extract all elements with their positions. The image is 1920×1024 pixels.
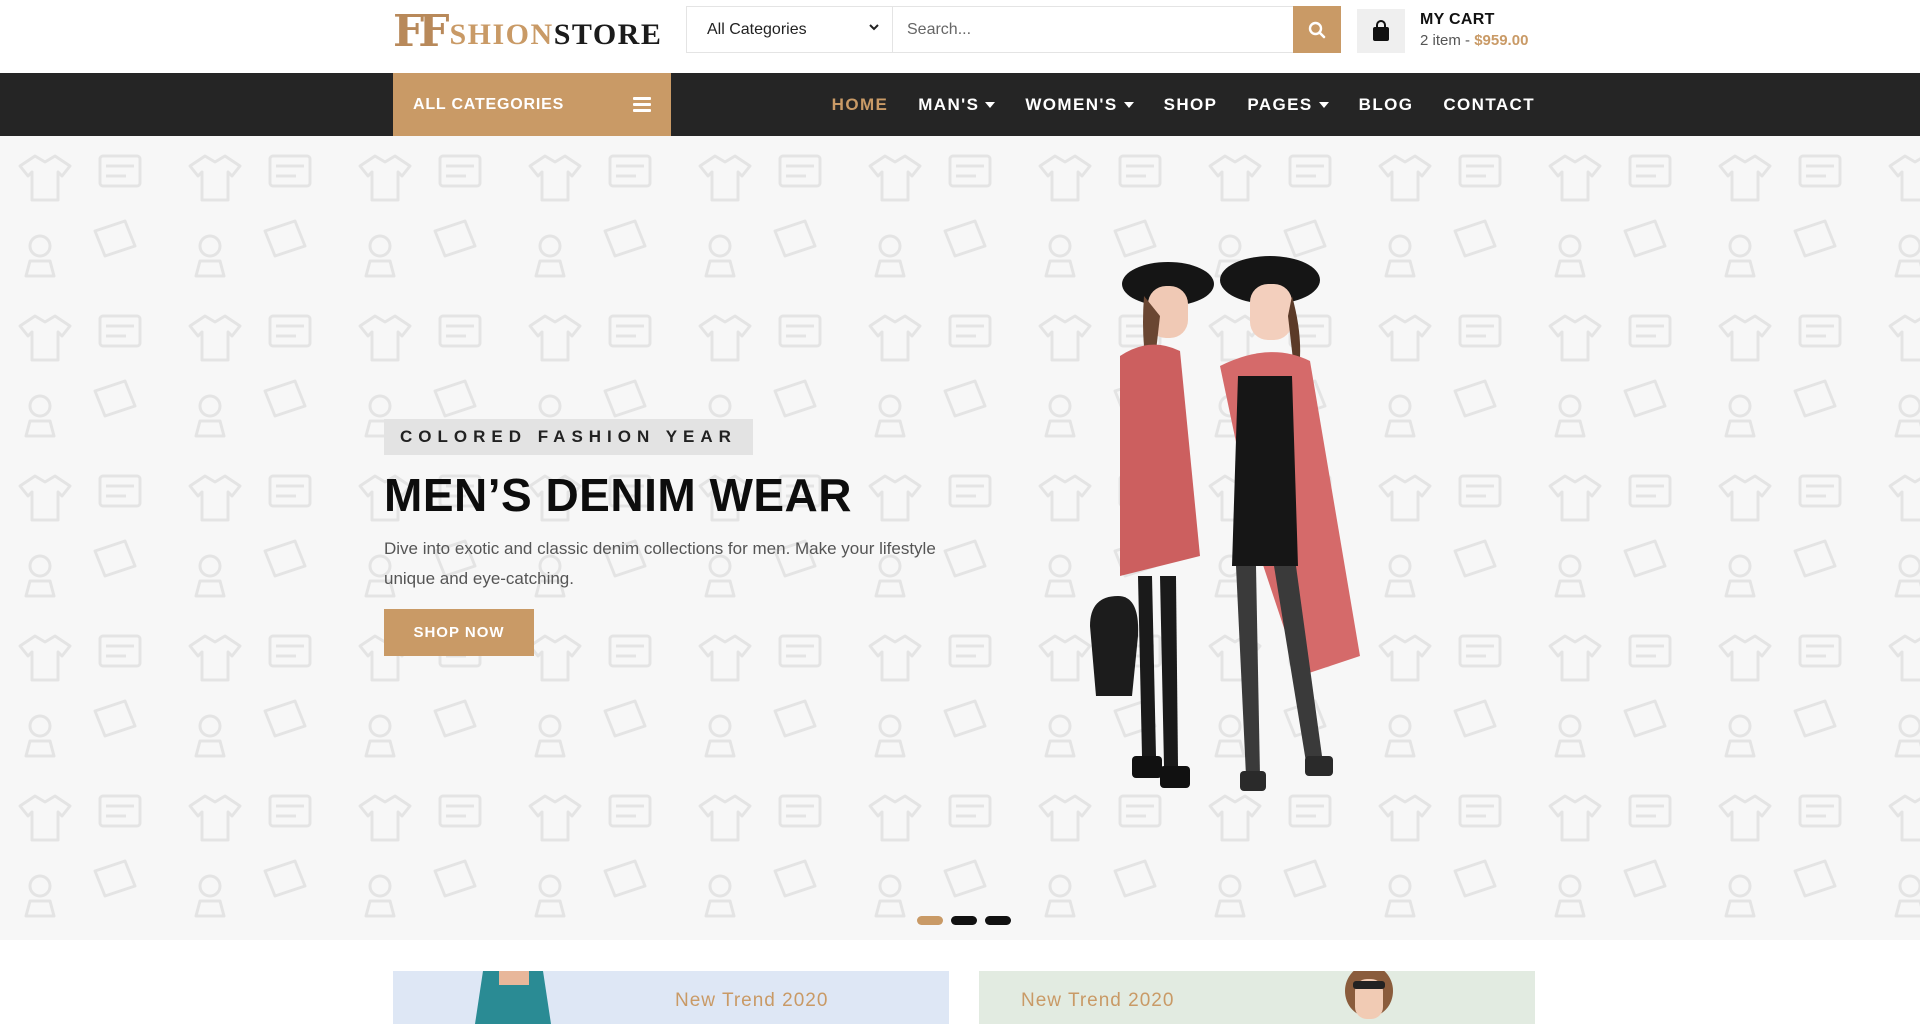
banner-label: New Trend 2020 — [1021, 990, 1175, 1011]
nav-item-shop[interactable]: SHOP — [1164, 95, 1218, 115]
nav-item-label: MAN'S — [918, 94, 980, 114]
caret-down-icon — [1123, 101, 1134, 108]
nav-item-home[interactable]: HOME — [832, 95, 889, 115]
shopping-bag-icon — [1373, 20, 1389, 41]
banner-model-image — [475, 971, 551, 1024]
site-header: FF SHIONSTORE All Categories MY CART 2 i… — [0, 0, 1920, 73]
cart-item-count: 2 item - — [1420, 32, 1475, 49]
cart-text: MY CART 2 item - $959.00 — [1420, 10, 1528, 52]
search-button[interactable] — [1293, 6, 1341, 53]
hero-description: Dive into exotic and classic denim colle… — [384, 539, 936, 588]
caret-down-icon — [985, 101, 996, 108]
banner-model-image — [1345, 971, 1393, 1019]
nav-item-mans[interactable]: MAN'S — [918, 94, 996, 115]
logo-wordmark: SHIONSTORE — [449, 18, 662, 54]
main-navigation: ALL CATEGORIES HOME MAN'S WOMEN'S SHOP P… — [0, 73, 1920, 136]
slider-dot-3[interactable] — [985, 916, 1011, 925]
category-select[interactable]: All Categories — [687, 7, 893, 52]
slider-pagination — [917, 916, 1019, 925]
caret-down-icon — [1318, 101, 1329, 108]
background-pattern — [0, 136, 1920, 940]
hero-slider: COLORED FASHION YEAR MEN’S DENIM WEAR Di… — [0, 136, 1920, 940]
logo-word-part2: STORE — [553, 18, 663, 51]
search-bar: All Categories — [686, 6, 1341, 53]
logo-mark: FF — [393, 6, 450, 57]
nav-item-blog[interactable]: BLOG — [1359, 95, 1414, 115]
all-categories-button[interactable]: ALL CATEGORIES — [393, 73, 671, 136]
cart-title: MY CART — [1420, 11, 1495, 28]
slider-dot-1[interactable] — [917, 916, 943, 925]
search-icon — [1308, 21, 1326, 38]
hamburger-icon — [633, 97, 651, 112]
hero-models-image — [1090, 256, 1360, 791]
promo-banner-men[interactable]: New Trend 2020 — [393, 971, 949, 1024]
hero-title: MEN’S DENIM WEAR — [384, 469, 852, 521]
nav-item-womens[interactable]: WOMEN'S — [1025, 94, 1134, 115]
slider-dot-2[interactable] — [951, 916, 977, 925]
site-logo[interactable]: FF SHIONSTORE — [393, 6, 662, 54]
nav-item-label: SHOP — [1163, 94, 1218, 114]
cart-icon-box — [1357, 9, 1405, 53]
nav-menu: HOME MAN'S WOMEN'S SHOP PAGES BLOG CONTA… — [802, 73, 1535, 136]
nav-item-label: PAGES — [1247, 94, 1313, 114]
nav-item-pages[interactable]: PAGES — [1247, 94, 1329, 115]
mini-cart[interactable]: MY CART 2 item - $959.00 — [1357, 9, 1528, 53]
search-input[interactable] — [893, 7, 1293, 52]
all-categories-label: ALL CATEGORIES — [413, 95, 565, 113]
nav-item-label: BLOG — [1358, 94, 1414, 114]
cart-total: $959.00 — [1474, 32, 1529, 49]
promo-banner-women[interactable]: New Trend 2020 — [979, 971, 1535, 1024]
logo-word-part1: SHION — [449, 18, 554, 51]
nav-item-label: HOME — [831, 94, 889, 114]
nav-item-label: WOMEN'S — [1025, 94, 1118, 114]
banner-label: New Trend 2020 — [675, 990, 829, 1011]
category-select-value: All Categories — [707, 20, 807, 38]
cart-summary: 2 item - $959.00 — [1420, 30, 1528, 52]
nav-item-contact[interactable]: CONTACT — [1443, 95, 1535, 115]
shop-now-button[interactable]: SHOP NOW — [384, 609, 534, 656]
chevron-down-icon — [869, 24, 879, 31]
nav-item-label: CONTACT — [1443, 94, 1535, 114]
hero-tagline: COLORED FASHION YEAR — [384, 419, 753, 455]
